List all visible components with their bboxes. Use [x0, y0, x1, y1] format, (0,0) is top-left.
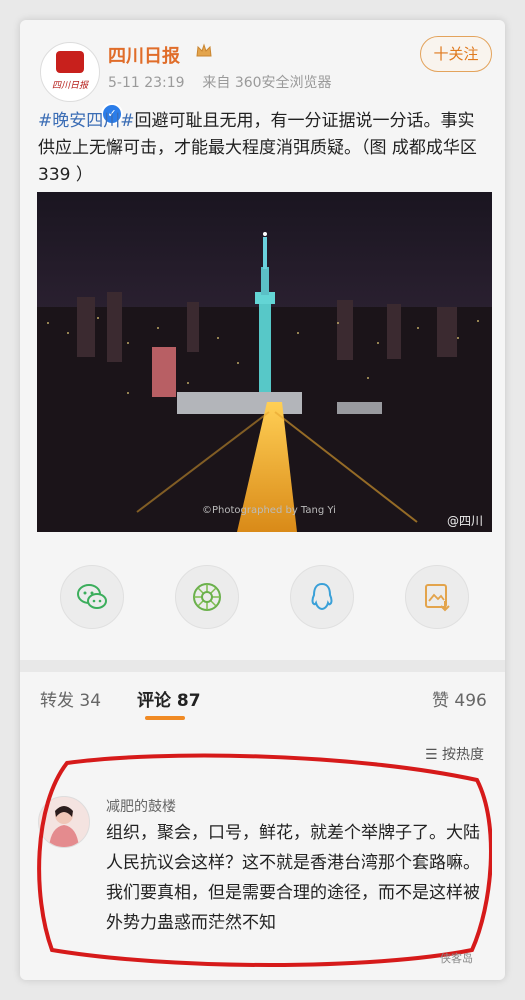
weibo-post-card: 四川日报 ✓ 四川日报 5-11 23:19 来自 360安全浏览器 十关注 #…	[20, 20, 505, 980]
post-hashtag[interactable]: #晚安四川#	[38, 111, 135, 131]
save-image-icon	[425, 584, 450, 612]
corner-watermark: 侠客岛	[440, 952, 473, 965]
active-tab-indicator	[145, 716, 185, 720]
account-avatar[interactable]: 四川日报 ✓	[40, 42, 123, 125]
photo-credit: ©Photographed by Tang Yi	[202, 505, 336, 516]
follow-button[interactable]: 十关注	[420, 36, 492, 72]
comment-author[interactable]: 减肥的鼓楼	[106, 796, 176, 816]
share-moments-button[interactable]	[175, 565, 239, 629]
account-name[interactable]: 四川日报	[108, 42, 180, 68]
share-qq-button[interactable]	[290, 565, 354, 629]
post-source: 来自 360安全浏览器	[202, 75, 332, 91]
save-image-button[interactable]	[405, 565, 469, 629]
person-avatar-icon	[39, 797, 89, 847]
comment-item: 减肥的鼓楼 组织，聚会，口号，鲜花，就差个举牌子了。大陆人民抗议会这样？这不就是…	[20, 780, 505, 980]
moments-icon	[193, 583, 221, 611]
share-row	[20, 565, 505, 635]
newspaper-logo-icon	[56, 51, 84, 73]
section-divider	[20, 660, 505, 672]
tab-repost[interactable]: 转发 34	[40, 686, 101, 711]
qq-icon	[311, 582, 333, 611]
sort-toggle[interactable]: ☰ 按热度	[425, 744, 484, 764]
post-meta: 5-11 23:19 来自 360安全浏览器	[108, 72, 332, 92]
interaction-tabs: 转发 34 评论 87 赞 496	[20, 678, 505, 728]
crown-icon	[196, 43, 212, 57]
wechat-icon	[77, 584, 107, 609]
photo-watermark: @四川	[447, 514, 484, 528]
comment-body: 组织，聚会，口号，鲜花，就差个举牌子了。大陆人民抗议会这样？这不就是香港台湾那个…	[106, 823, 480, 933]
post-text: #晚安四川#回避可耻且无用，有一分证据说一分话。事实供应上无懈可击，才能最大程度…	[38, 108, 490, 189]
commenter-avatar[interactable]	[38, 796, 90, 848]
post-header: 四川日报 ✓ 四川日报 5-11 23:19 来自 360安全浏览器 十关注	[20, 20, 505, 125]
tab-comments[interactable]: 评论 87	[137, 686, 201, 711]
post-photo[interactable]: ©Photographed by Tang Yi @四川	[37, 192, 492, 532]
city-night-photo	[37, 192, 492, 532]
post-timestamp: 5-11 23:19	[108, 75, 185, 91]
share-wechat-button[interactable]	[60, 565, 124, 629]
tab-likes[interactable]: 赞 496	[432, 686, 487, 711]
logo-text: 四川日报	[51, 81, 88, 91]
